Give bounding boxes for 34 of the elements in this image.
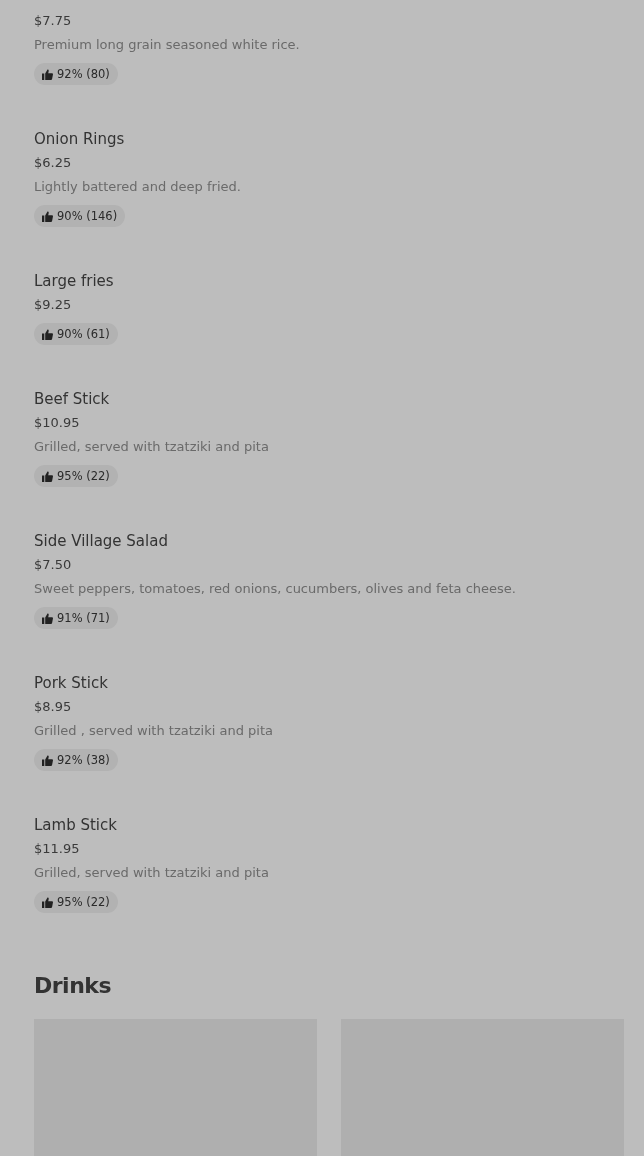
item-description: Premium long grain seasoned white rice. bbox=[34, 36, 300, 54]
item-description: Grilled, served with tzatziki and pita bbox=[34, 438, 269, 456]
rating-badge: 91% (71) bbox=[34, 607, 118, 629]
item-name[interactable]: Pork Stick bbox=[34, 671, 108, 695]
item-name[interactable]: Large fries bbox=[34, 269, 114, 293]
item-name[interactable]: Side Village Salad bbox=[34, 529, 168, 553]
item-description: Grilled, served with tzatziki and pita bbox=[34, 864, 269, 882]
item-name[interactable]: Onion Rings bbox=[34, 127, 125, 151]
item-name[interactable]: Beef Stick bbox=[34, 387, 110, 411]
item-description: Sweet peppers, tomatoes, red onions, cucumbers, olives and feta cheese. bbox=[34, 580, 516, 598]
item-price: $10.95 bbox=[34, 414, 80, 432]
rating-badge: 95% (22) bbox=[34, 891, 118, 913]
item-description: Grilled , served with tzatziki and pita bbox=[34, 722, 273, 740]
item-price: $8.95 bbox=[34, 698, 72, 716]
item-price: $11.95 bbox=[34, 840, 80, 858]
thumbs-up-icon bbox=[42, 754, 53, 766]
rating-badge: 90% (146) bbox=[34, 205, 126, 227]
item-price: $6.25 bbox=[34, 154, 72, 172]
thumbs-up-icon bbox=[42, 210, 53, 222]
thumbs-up-icon bbox=[42, 612, 53, 624]
section-heading: Drinks bbox=[34, 972, 112, 1000]
thumbs-up-icon bbox=[42, 68, 53, 80]
thumbs-up-icon bbox=[42, 896, 53, 908]
rating-badge: 95% (22) bbox=[34, 465, 118, 487]
item-name[interactable]: Lamb Stick bbox=[34, 813, 117, 837]
thumbs-up-icon bbox=[42, 470, 53, 482]
thumbs-up-icon bbox=[42, 328, 53, 340]
rating-badge: 90% (61) bbox=[34, 323, 118, 345]
item-price: $7.50 bbox=[34, 556, 72, 574]
item-price: $9.25 bbox=[34, 296, 72, 314]
item-description: Lightly battered and deep fried. bbox=[34, 178, 241, 196]
rating-badge: 92% (80) bbox=[34, 63, 118, 85]
item-price: $7.75 bbox=[34, 12, 72, 30]
rating-badge: 92% (38) bbox=[34, 749, 118, 771]
